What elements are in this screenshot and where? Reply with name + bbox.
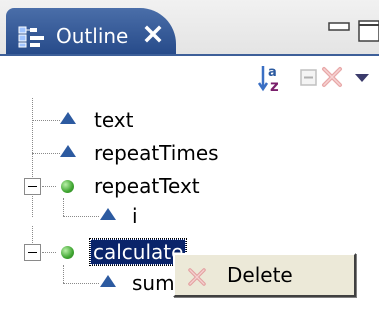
tree-guide bbox=[32, 120, 60, 121]
tree-guide bbox=[63, 283, 99, 284]
tree-guide bbox=[32, 98, 33, 217]
tree-guide bbox=[42, 252, 56, 253]
tree-guide bbox=[63, 216, 99, 217]
view-menu-icon[interactable] bbox=[352, 62, 379, 94]
field-icon bbox=[60, 112, 76, 124]
tree-item-repeattimes[interactable]: repeatTimes bbox=[94, 136, 219, 170]
tree-guide bbox=[63, 198, 64, 216]
remove-icon[interactable] bbox=[318, 62, 350, 94]
outline-tab[interactable]: Outline bbox=[6, 8, 176, 54]
tree-item-i[interactable]: i bbox=[132, 199, 138, 233]
outline-view: Outline a z text repeatTimes repeatText … bbox=[0, 0, 379, 330]
minimize-icon[interactable] bbox=[328, 22, 350, 32]
outline-icon bbox=[18, 26, 44, 48]
method-icon bbox=[61, 246, 74, 259]
tree-item-sum[interactable]: sum bbox=[132, 266, 175, 300]
selected-item-label: calculate bbox=[88, 238, 188, 266]
field-icon bbox=[100, 275, 116, 287]
tree-item-calculate[interactable]: calculate bbox=[88, 235, 188, 269]
tree-guide bbox=[42, 186, 56, 187]
svg-text:z: z bbox=[270, 77, 279, 94]
tree-guide bbox=[63, 265, 64, 283]
maximize-icon[interactable] bbox=[358, 20, 379, 44]
sort-alphabetically-icon[interactable]: a z bbox=[257, 62, 289, 94]
menu-item-label: Delete bbox=[227, 263, 293, 287]
tree-item-text[interactable]: text bbox=[94, 103, 133, 137]
field-icon bbox=[60, 145, 76, 157]
close-icon[interactable] bbox=[144, 25, 162, 43]
outline-toolbar: a z bbox=[0, 56, 379, 98]
view-tab-bar: Outline bbox=[0, 0, 379, 54]
collapse-toggle[interactable] bbox=[24, 244, 41, 261]
delete-icon bbox=[188, 268, 206, 286]
context-menu: Delete bbox=[173, 253, 356, 297]
field-icon bbox=[100, 208, 116, 220]
method-icon bbox=[61, 180, 74, 193]
tree-guide bbox=[32, 153, 60, 154]
tree-item-repeattext[interactable]: repeatText bbox=[94, 169, 200, 203]
tab-title: Outline bbox=[56, 24, 129, 48]
collapse-toggle[interactable] bbox=[24, 178, 41, 195]
menu-item-delete[interactable]: Delete bbox=[179, 259, 350, 291]
